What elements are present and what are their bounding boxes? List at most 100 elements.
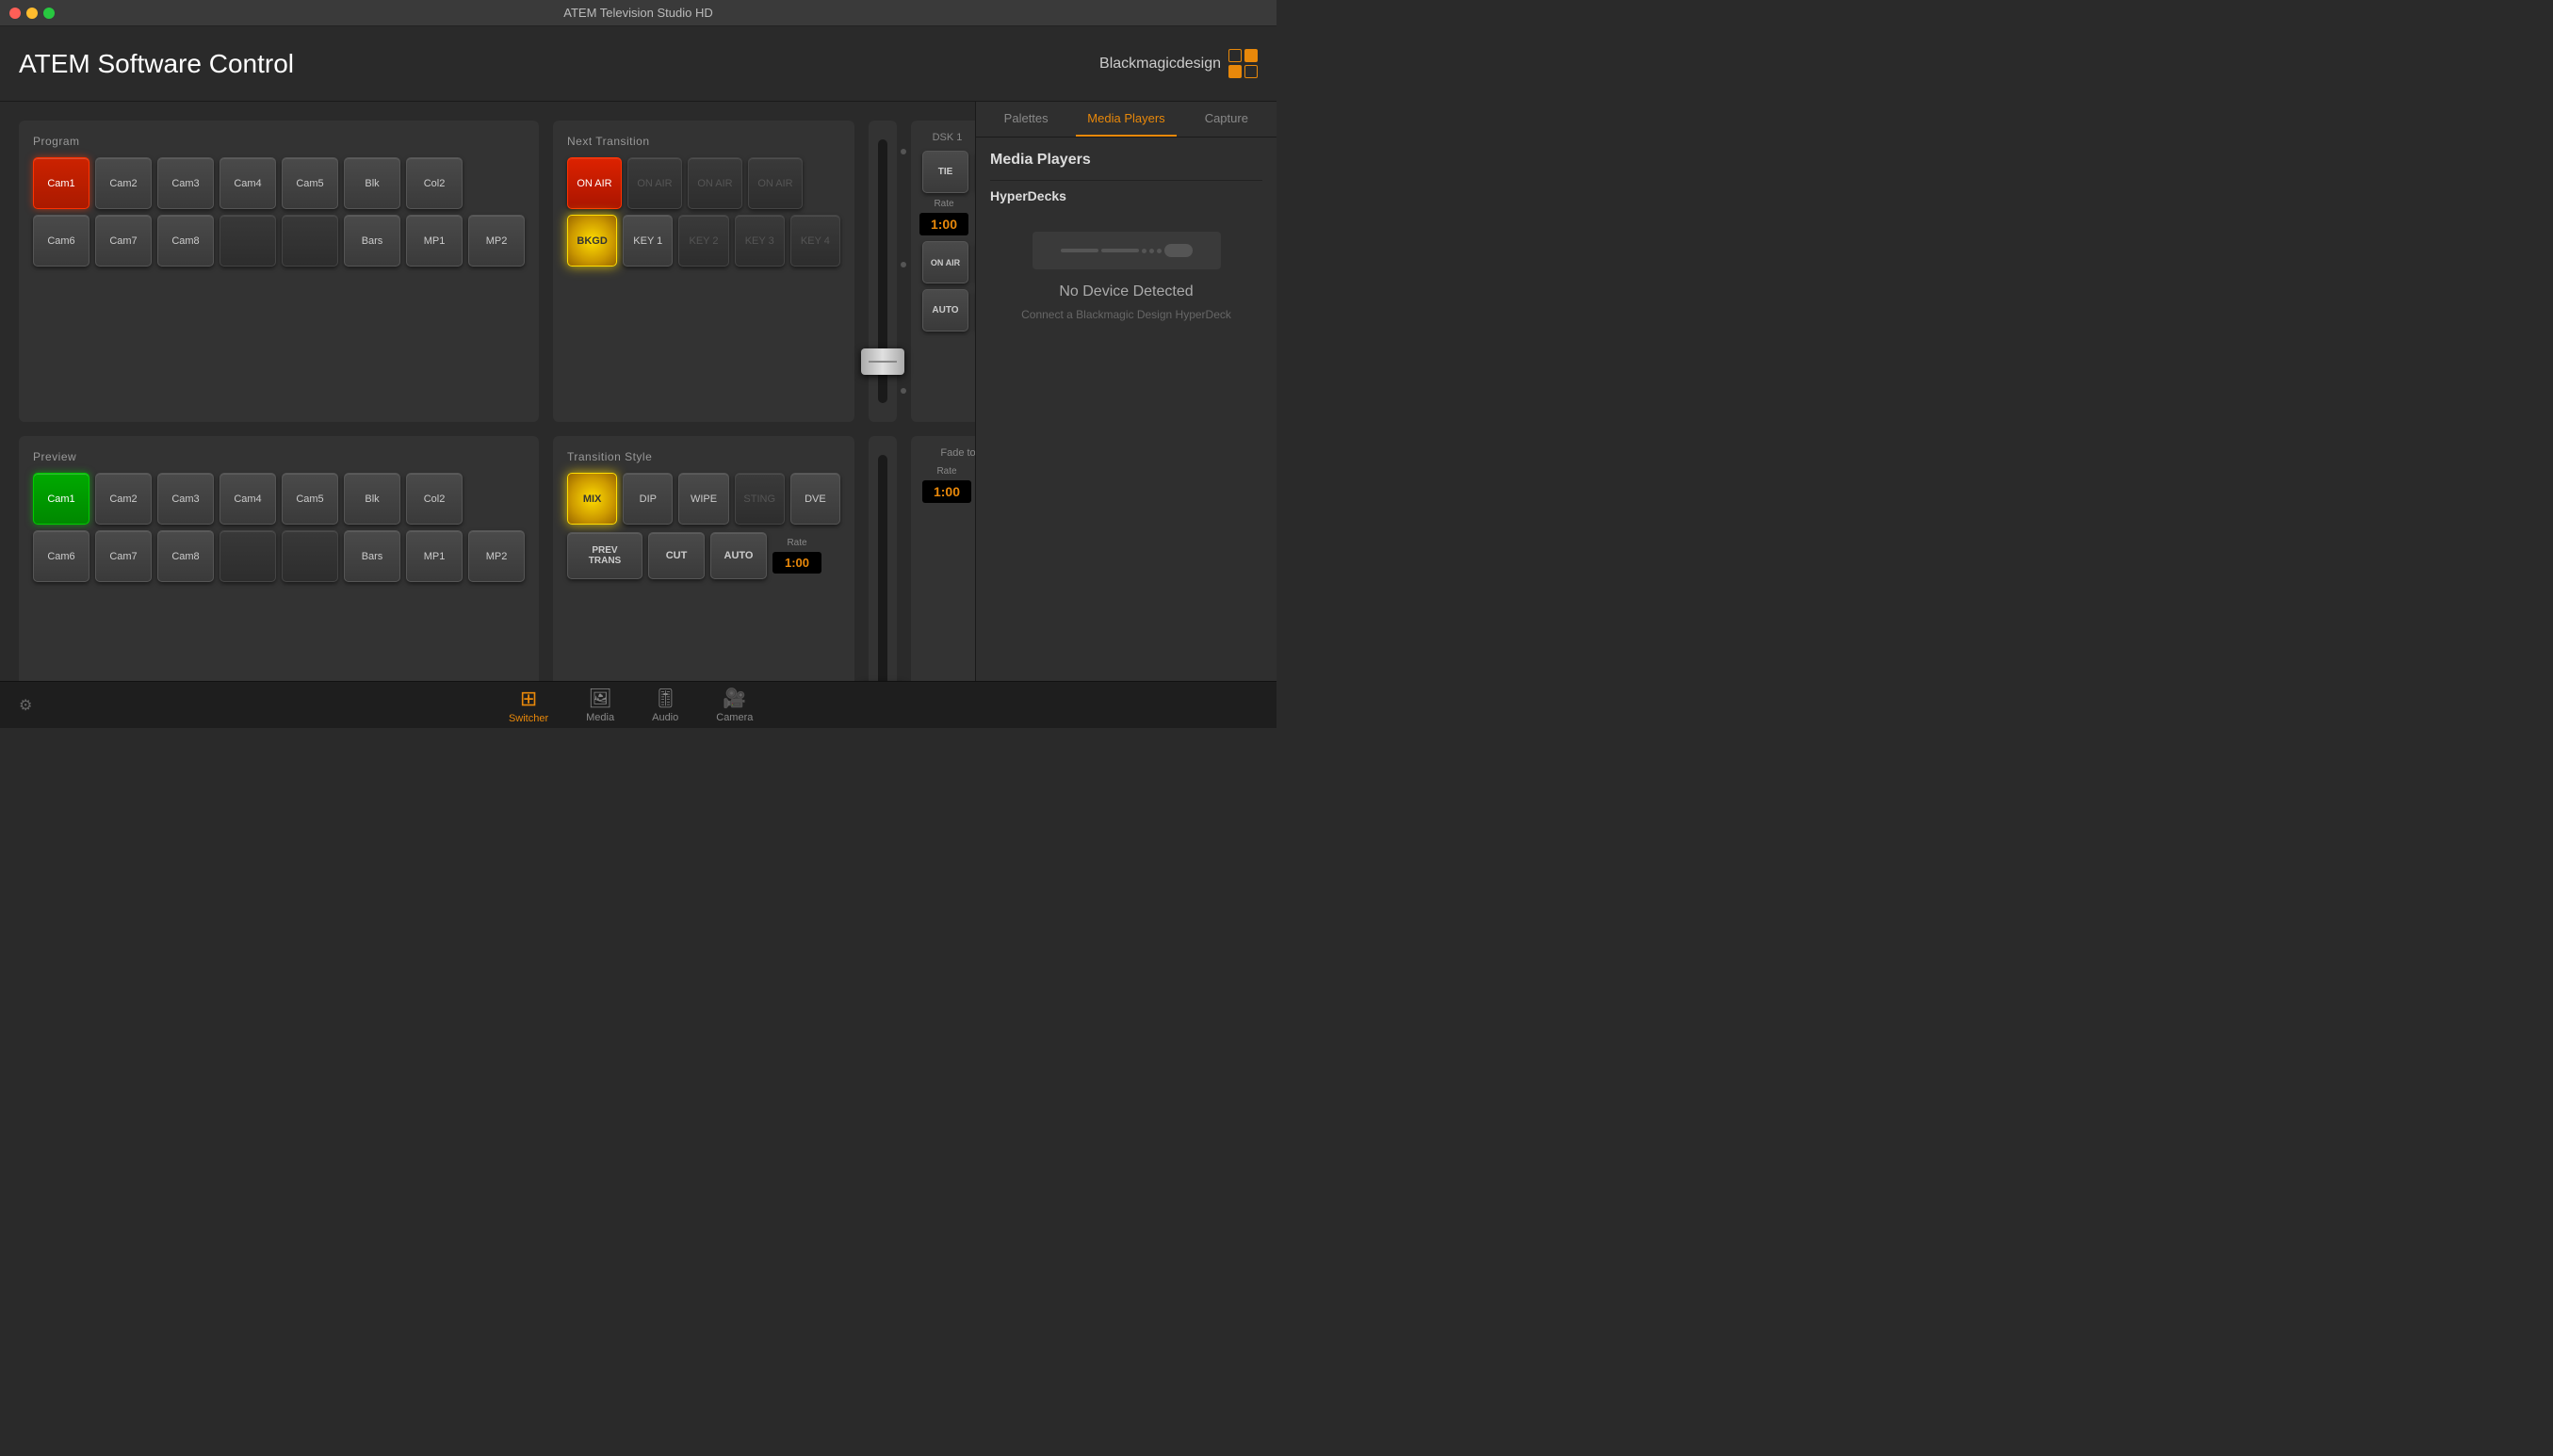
program-row1: Cam1 Cam2 Cam3 Cam4 Cam5 Blk Col2 (33, 157, 525, 209)
tab-palettes[interactable]: Palettes (976, 102, 1076, 137)
program-cam4[interactable]: Cam4 (220, 157, 276, 209)
nav-center: ⊞ Switcher 🖼 Media 🎚 Audio 🎥 Camera (509, 687, 753, 724)
key4-button[interactable]: KEY 4 (790, 215, 840, 267)
cut-button[interactable]: CUT (648, 532, 705, 579)
close-button[interactable] (9, 8, 21, 19)
fader-track-2[interactable] (878, 455, 887, 681)
on-air-row: ON AIR ON AIR ON AIR ON AIR (567, 157, 840, 209)
program-cam3[interactable]: Cam3 (157, 157, 214, 209)
program-bars[interactable]: Bars (344, 215, 400, 267)
key2-button[interactable]: KEY 2 (678, 215, 728, 267)
program-section: Program Cam1 Cam2 Cam3 Cam4 Cam5 Blk Col… (19, 121, 539, 422)
main-layout: Program Cam1 Cam2 Cam3 Cam4 Cam5 Blk Col… (0, 102, 1276, 681)
dsk1-rate-col: Rate 1:00 (919, 199, 968, 235)
top-row: Program Cam1 Cam2 Cam3 Cam4 Cam5 Blk Col… (19, 121, 956, 422)
preview-cam8[interactable]: Cam8 (157, 530, 214, 582)
nav-switcher-label: Switcher (509, 713, 548, 724)
maximize-button[interactable] (43, 8, 55, 19)
logo-sq-3 (1228, 65, 1242, 78)
on-air-4[interactable]: ON AIR (748, 157, 803, 209)
preview-label: Preview (33, 450, 525, 463)
preview-row2: Cam6 Cam7 Cam8 Bars MP1 MP2 (33, 530, 525, 582)
dsk-header: DSK 1 DSK 2 (922, 132, 975, 143)
program-cam1[interactable]: Cam1 (33, 157, 89, 209)
fader-pip-mid (901, 262, 906, 267)
switcher-icon: ⊞ (520, 687, 537, 711)
hd-dot-1 (1142, 249, 1146, 253)
nav-audio[interactable]: 🎚 Audio (652, 687, 678, 723)
hd-bar-2 (1101, 249, 1139, 252)
transition-style-label: Transition Style (567, 450, 840, 463)
preview-bars[interactable]: Bars (344, 530, 400, 582)
dsk-tie-row: TIE TIE (922, 151, 975, 193)
dsk1-auto[interactable]: AUTO (922, 289, 968, 332)
preview-cam6[interactable]: Cam6 (33, 530, 89, 582)
preview-col2[interactable]: Col2 (406, 473, 463, 525)
settings-icon[interactable]: ⚙ (19, 696, 32, 715)
key3-button[interactable]: KEY 3 (735, 215, 785, 267)
program-cam7[interactable]: Cam7 (95, 215, 152, 267)
program-empty1 (220, 215, 276, 267)
minimize-button[interactable] (26, 8, 38, 19)
section-divider-1 (990, 180, 1262, 181)
window-title: ATEM Television Studio HD (563, 6, 712, 20)
hd-dot-2 (1149, 249, 1154, 253)
no-device-text: No Device Detected (1059, 283, 1193, 300)
program-mp1[interactable]: MP1 (406, 215, 463, 267)
auto-button[interactable]: AUTO (710, 532, 767, 579)
dsk-rate-row: Rate 1:00 Rate 1:00 (922, 199, 975, 235)
preview-empty2 (282, 530, 338, 582)
tab-media-players[interactable]: Media Players (1076, 102, 1176, 137)
on-air-1[interactable]: ON AIR (567, 157, 622, 209)
program-cam2[interactable]: Cam2 (95, 157, 152, 209)
program-mp2[interactable]: MP2 (468, 215, 525, 267)
mix-button[interactable]: MIX (567, 473, 617, 525)
preview-cam2[interactable]: Cam2 (95, 473, 152, 525)
preview-cam7[interactable]: Cam7 (95, 530, 152, 582)
key1-button[interactable]: KEY 1 (623, 215, 673, 267)
ftb-rate-row: Rate 1:00 FTB (922, 466, 975, 509)
dve-button[interactable]: DVE (790, 473, 840, 525)
dsk-section: DSK 1 DSK 2 TIE TIE Rate 1:00 Rate 1:00 (911, 121, 975, 422)
preview-mp2[interactable]: MP2 (468, 530, 525, 582)
app-header: ATEM Software Control Blackmagicdesign (0, 26, 1276, 102)
dsk1-on-air[interactable]: ON AIR (922, 241, 968, 283)
right-panel: Palettes Media Players Capture Media Pla… (975, 102, 1276, 681)
program-cam6[interactable]: Cam6 (33, 215, 89, 267)
preview-blk[interactable]: Blk (344, 473, 400, 525)
tab-capture[interactable]: Capture (1177, 102, 1276, 137)
dip-button[interactable]: DIP (623, 473, 673, 525)
preview-cam1[interactable]: Cam1 (33, 473, 89, 525)
program-cam5[interactable]: Cam5 (282, 157, 338, 209)
preview-cam4[interactable]: Cam4 (220, 473, 276, 525)
preview-mp1[interactable]: MP1 (406, 530, 463, 582)
app-title: ATEM Software Control (19, 49, 294, 79)
program-label: Program (33, 135, 525, 148)
ftb-rate-col: Rate 1:00 (922, 466, 971, 509)
prev-trans-button[interactable]: PREV TRANS (567, 532, 642, 579)
wipe-button[interactable]: WIPE (678, 473, 728, 525)
fader-handle[interactable] (861, 348, 904, 375)
dsk1-tie[interactable]: TIE (922, 151, 968, 193)
nav-switcher[interactable]: ⊞ Switcher (509, 687, 548, 724)
fader-section-2 (869, 436, 897, 681)
next-transition-label: Next Transition (567, 135, 840, 148)
switcher-panel: Program Cam1 Cam2 Cam3 Cam4 Cam5 Blk Col… (0, 102, 975, 681)
program-blk[interactable]: Blk (344, 157, 400, 209)
nav-media[interactable]: 🖼 Media (586, 687, 614, 723)
preview-cam3[interactable]: Cam3 (157, 473, 214, 525)
nav-audio-label: Audio (652, 712, 678, 723)
program-cam8[interactable]: Cam8 (157, 215, 214, 267)
program-empty2 (282, 215, 338, 267)
ftb-title: Fade to Black (922, 447, 975, 459)
on-air-3[interactable]: ON AIR (688, 157, 742, 209)
nav-camera[interactable]: 🎥 Camera (716, 687, 753, 723)
media-players-title: Media Players (990, 152, 1262, 169)
fader-track[interactable] (878, 139, 887, 403)
sting-button[interactable]: STING (735, 473, 785, 525)
program-col2[interactable]: Col2 (406, 157, 463, 209)
preview-cam5[interactable]: Cam5 (282, 473, 338, 525)
bkgd-button[interactable]: BKGD (567, 215, 617, 267)
rate-value[interactable]: 1:00 (772, 552, 821, 574)
on-air-2[interactable]: ON AIR (627, 157, 682, 209)
